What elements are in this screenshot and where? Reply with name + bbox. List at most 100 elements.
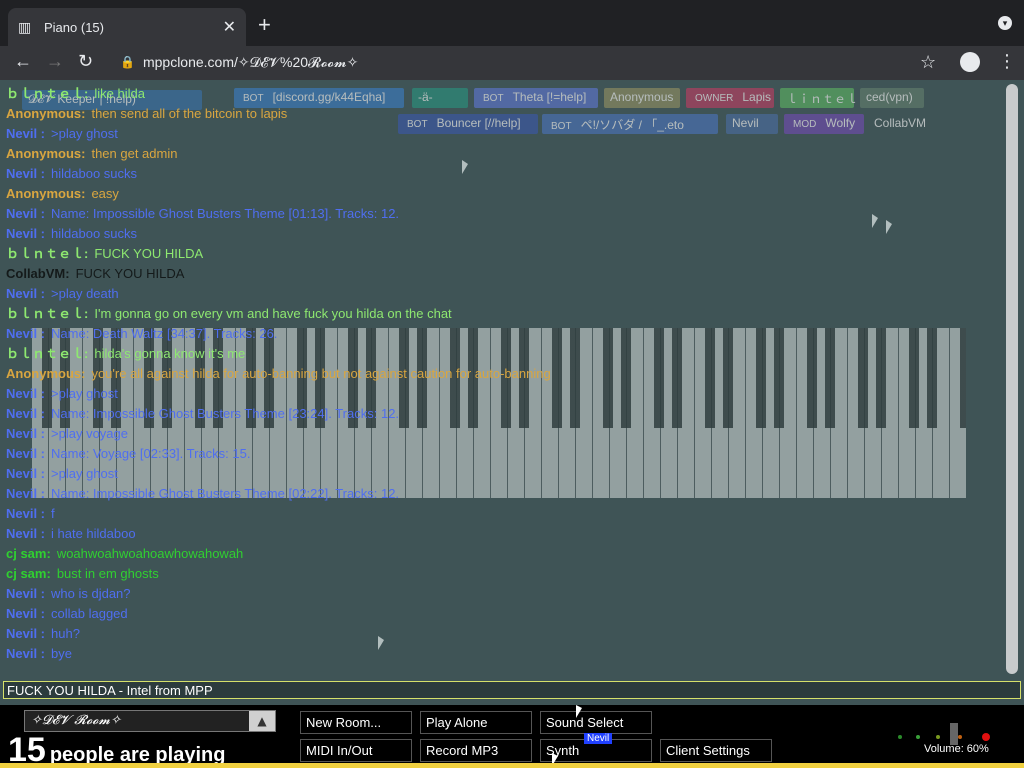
chat-message: Anonymous: then send all of the bitcoin t… (0, 104, 1004, 124)
chat-text: hilda's gonna know it's me (94, 346, 246, 361)
chat-text: collab lagged (51, 606, 128, 621)
chat-text: like hilda (94, 86, 145, 101)
chat-message: Nevil : Name: Death Waltz [34:37]. Tracks… (0, 324, 1004, 344)
chat-nick: ｂｌｎｔｅｌ: (6, 86, 89, 101)
chat-nick: Nevil : (6, 226, 46, 241)
chat-text: I'm gonna go on every vm and have fuck y… (94, 306, 452, 321)
chat-nick: Nevil : (6, 206, 46, 221)
chat-message: Nevil : Name: Impossible Ghost Busters Th… (0, 484, 1004, 504)
chat-text: Name: Impossible Ghost Busters Theme [01… (51, 206, 400, 221)
room-name: ✧𝓓𝓔𝓥 𝓡𝓸𝓸𝓶✧ (31, 713, 122, 728)
chat-message: Nevil : bye (0, 644, 1004, 664)
client-settings-button[interactable]: Client Settings (660, 739, 772, 762)
chat-scrollbar[interactable] (1006, 84, 1018, 674)
chat-text: woahwoahwoahoawhowahowah (56, 546, 244, 561)
chat-message: ｂｌｎｔｅｌ: hilda's gonna know it's me (0, 344, 1004, 364)
new-room-button[interactable]: New Room... (300, 711, 412, 734)
chat-nick: Nevil : (6, 426, 46, 441)
volume-knob[interactable] (950, 723, 958, 745)
reload-icon[interactable]: ↻ (78, 51, 93, 72)
chat-nick: CollabVM: (6, 266, 70, 281)
lock-icon: 🔒 (120, 55, 135, 69)
chat-input[interactable] (3, 681, 1021, 699)
user-cursor-icon (886, 220, 892, 234)
chat-nick: Nevil : (6, 166, 46, 181)
chat-message: Nevil : >play voyage (0, 424, 1004, 444)
chat-nick: cj sam: (6, 566, 51, 581)
vu-led (898, 735, 902, 739)
chat-text: then get admin (91, 146, 178, 161)
chat-nick: Nevil : (6, 626, 46, 641)
bottom-strip (0, 763, 1024, 768)
chat-nick: Nevil : (6, 286, 46, 301)
bottom-control-bar: ✧𝓓𝓔𝓥 𝓡𝓸𝓸𝓶✧ ▲ 15 people are playing New Ro… (0, 705, 1024, 768)
piano-favicon-icon: ▥ (18, 19, 32, 35)
url-text: mppclone.com/✧𝓓𝓔𝓥%20𝓡𝓸𝓸𝓶✧ (142, 53, 359, 70)
chat-nick: Anonymous: (6, 366, 86, 381)
vu-led (916, 735, 920, 739)
chat-text: FUCK YOU HILDA (94, 246, 204, 261)
chat-nick: Nevil : (6, 406, 46, 421)
chat-text: huh? (51, 626, 80, 641)
chat-message: ｂｌｎｔｅｌ: like hilda (0, 84, 1004, 104)
chat-text: FUCK YOU HILDA (75, 266, 185, 281)
chat-message: Nevil : hildaboo sucks (0, 224, 1004, 244)
chat-message: Anonymous: then get admin (0, 144, 1004, 164)
chat-nick: cj sam: (6, 546, 51, 561)
browser-toolbar: ← → ↻ 🔒 mppclone.com/✧𝓓𝓔𝓥%20𝓡𝓸𝓸𝓶✧ ☆ ⋮ (0, 46, 1024, 80)
browser-tab[interactable]: ▥ Piano (15) ✕ (8, 8, 246, 46)
chat-message: cj sam: woahwoahwoahoawhowahowah (0, 544, 1004, 564)
menu-kebab-icon[interactable]: ⋮ (998, 51, 1016, 72)
mouse-cursor-icon (576, 705, 582, 718)
chat-message: Nevil : Name: Voyage [02:33]. Tracks: 15. (0, 444, 1004, 464)
room-selector[interactable]: ✧𝓓𝓔𝓥 𝓡𝓸𝓸𝓶✧ ▲ (24, 710, 276, 732)
chat-nick: Nevil : (6, 386, 46, 401)
chat-text: hildaboo sucks (51, 226, 138, 241)
chat-message: Nevil : >play ghost (0, 384, 1004, 404)
back-icon[interactable]: ← (14, 51, 32, 72)
vu-led (958, 735, 962, 739)
chat-message: Nevil : collab lagged (0, 604, 1004, 624)
new-tab-icon[interactable]: + (258, 12, 271, 38)
chat-message: Anonymous: you're all against hilda for a… (0, 364, 1004, 384)
profile-icon[interactable] (960, 52, 980, 72)
chat-text: easy (91, 186, 119, 201)
bookmark-star-icon[interactable]: ☆ (920, 52, 936, 73)
chat-text: bye (51, 646, 72, 661)
user-cursor-icon (462, 160, 468, 174)
chat-message: Nevil : >play ghost (0, 464, 1004, 484)
cursor-name-label: Nevil (584, 733, 613, 744)
chat-message: ｂｌｎｔｅｌ: FUCK YOU HILDA (0, 244, 1004, 264)
sound-select-button[interactable]: Sound Select (540, 711, 652, 734)
chat-message: Nevil : huh? (0, 624, 1004, 644)
chat-message: CollabVM: FUCK YOU HILDA (0, 264, 1004, 284)
address-bar[interactable]: 🔒 mppclone.com/✧𝓓𝓔𝓥%20𝓡𝓸𝓸𝓶✧ (110, 48, 950, 76)
tab-search-icon[interactable]: ▾ (998, 16, 1012, 30)
chat-message: cj sam: bust in em ghosts (0, 564, 1004, 584)
chat-nick: Nevil : (6, 606, 46, 621)
chat-text: bust in em ghosts (56, 566, 159, 581)
chat-message: Nevil : >play ghost (0, 124, 1004, 144)
chat-log: ｂｌｎｔｅｌ: like hilda Anonymous: then send all… (0, 84, 1004, 678)
chat-nick: Nevil : (6, 646, 46, 661)
forward-icon[interactable]: → (46, 51, 64, 72)
room-list-arrow-icon[interactable]: ▲ (249, 711, 275, 731)
play-alone-button[interactable]: Play Alone (420, 711, 532, 734)
piano-room-page: 𝓓𝓔𝓥 Keeper | !help) BOT [discord.gg/k44Eqh… (0, 80, 1024, 768)
chat-nick: Nevil : (6, 526, 46, 541)
chat-text: >play death (51, 286, 119, 301)
chat-text: >play voyage (51, 426, 128, 441)
chat-message: ｂｌｎｔｅｌ: I'm gonna go on every vm and have… (0, 304, 1004, 324)
user-cursor-icon (872, 214, 878, 228)
close-tab-icon[interactable]: ✕ (223, 17, 236, 37)
chat-text: Name: Impossible Ghost Busters Theme [23… (51, 406, 400, 421)
record-mp3-button[interactable]: Record MP3 (420, 739, 532, 762)
browser-tab-bar: ▥ Piano (15) ✕ + ▾ (0, 0, 1024, 46)
chat-nick: Nevil : (6, 326, 46, 341)
chat-message: Anonymous: easy (0, 184, 1004, 204)
chat-nick: Anonymous: (6, 186, 86, 201)
chat-text: Name: Voyage [02:33]. Tracks: 15. (51, 446, 251, 461)
chat-text: you're all against hilda for auto-bannin… (91, 366, 551, 381)
chat-text: >play ghost (51, 126, 118, 141)
midi-in-out-button[interactable]: MIDI In/Out (300, 739, 412, 762)
